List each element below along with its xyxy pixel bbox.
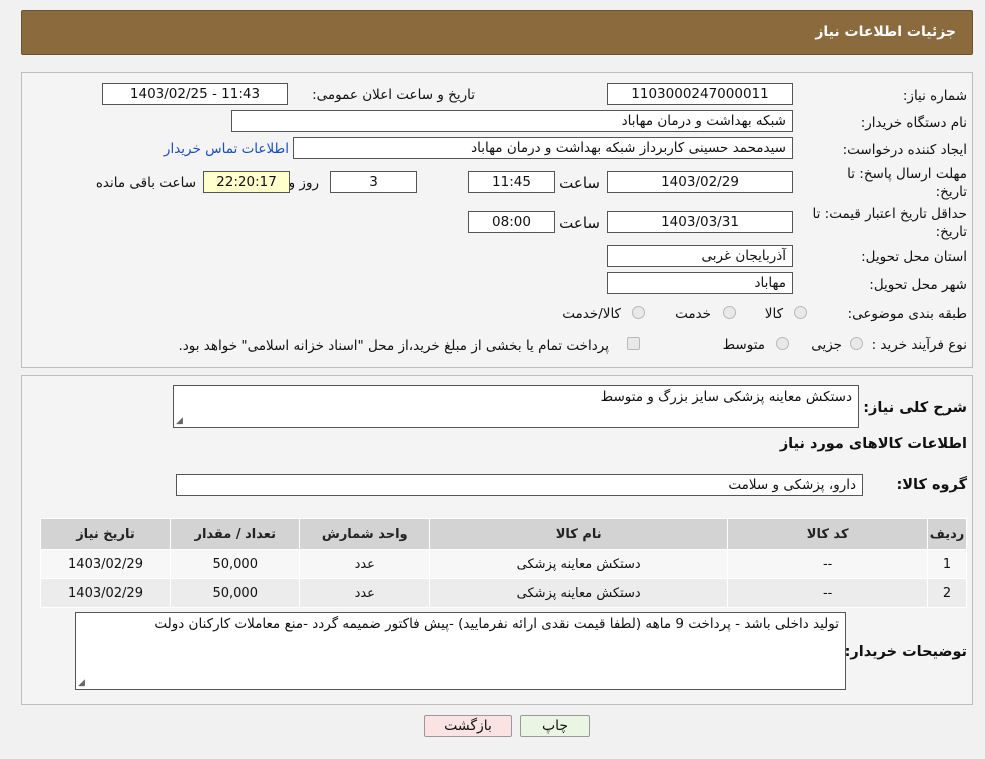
category-both-radio[interactable] xyxy=(632,306,645,319)
category-both-label: کالا/خدمت xyxy=(562,306,621,322)
col-unit: واحد شمارش xyxy=(299,518,431,550)
category-service-label: خدمت xyxy=(675,306,711,322)
creator-label: ایجاد کننده درخواست: xyxy=(842,142,967,158)
summary-label: شرح کلی نیاز: xyxy=(863,400,967,416)
col-need-date: تاریخ نیاز xyxy=(40,518,171,550)
province-label: استان محل تحویل: xyxy=(861,249,967,265)
buyer-org-label: نام دستگاه خریدار: xyxy=(860,115,967,131)
items-table: تاریخ نیاز تعداد / مقدار واحد شمارش نام … xyxy=(40,518,968,608)
page-header: جزئیات اطلاعات نیاز xyxy=(21,10,973,55)
buyer-org-field: شبکه بهداشت و درمان مهاباد xyxy=(231,110,793,132)
announce-field: 1403/02/25 - 11:43 xyxy=(102,83,288,105)
creator-field: سیدمحمد حسینی کاربرداز شبکه بهداشت و درم… xyxy=(293,137,793,159)
remaining-label: ساعت باقی مانده xyxy=(95,175,196,191)
summary-text: دستکش معاینه پزشکی سایز بزرگ و متوسط xyxy=(600,389,852,405)
buyer-notes-label: توضیحات خریدار: xyxy=(844,644,967,660)
deadline-time-label: ساعت xyxy=(559,174,600,192)
resize-grip-icon[interactable]: ◢ xyxy=(78,678,85,688)
deadline-label: مهلت ارسال پاسخ: تا تاریخ: xyxy=(817,165,967,201)
buyer-notes-text: تولید داخلی باشد - پرداخت 9 ماهه (لطفا ق… xyxy=(154,616,839,632)
category-service-radio[interactable] xyxy=(723,306,736,319)
col-item-name: نام کالا xyxy=(429,518,729,550)
summary-textarea[interactable]: دستکش معاینه پزشکی سایز بزرگ و متوسط ◢ xyxy=(173,385,859,428)
cell-item-code: -- xyxy=(727,578,928,608)
group-field: دارو، پزشکی و سلامت xyxy=(176,474,863,496)
deadline-time-field: 11:45 xyxy=(468,171,555,193)
need-number-label: شماره نیاز: xyxy=(902,88,967,104)
price-validity-time-label: ساعت xyxy=(559,214,600,232)
cell-quantity: 50,000 xyxy=(169,578,301,608)
category-goods-radio[interactable] xyxy=(794,306,807,319)
remaining-time-field: 22:20:17 xyxy=(203,171,290,193)
price-validity-time-field: 08:00 xyxy=(468,211,555,233)
buyer-contact-link[interactable]: اطلاعات تماس خریدار xyxy=(164,141,289,157)
page-title: جزئیات اطلاعات نیاز xyxy=(815,24,956,40)
days-field: 3 xyxy=(330,171,417,193)
cell-row: 2 xyxy=(926,578,968,608)
col-item-code: کد کالا xyxy=(727,518,928,550)
table-row: 1403/02/29 50,000 عدد دستکش معاینه پزشکی… xyxy=(40,578,968,608)
col-row: ردیف xyxy=(926,518,968,550)
group-label: گروه کالا: xyxy=(896,477,967,493)
price-validity-label-text: حداقل تاریخ اعتبار قیمت: تا تاریخ: xyxy=(812,206,967,240)
cell-quantity: 50,000 xyxy=(169,549,301,579)
cell-need-date: 1403/02/29 xyxy=(40,578,171,608)
city-field: مهاباد xyxy=(607,272,793,294)
process-medium-label: متوسط xyxy=(722,337,765,353)
cell-need-date: 1403/02/29 xyxy=(40,549,171,579)
resize-grip-icon[interactable]: ◢ xyxy=(176,416,183,426)
price-validity-label: حداقل تاریخ اعتبار قیمت: تا تاریخ: xyxy=(807,205,967,241)
process-label: نوع فرآیند خرید : xyxy=(871,337,967,353)
col-quantity: تعداد / مقدار xyxy=(169,518,301,550)
cell-item-name: دستکش معاینه پزشکی xyxy=(429,549,729,579)
items-heading: اطلاعات کالاهای مورد نیاز xyxy=(779,436,967,452)
province-field: آذربایجان غربی xyxy=(607,245,793,267)
price-validity-date-field: 1403/03/31 xyxy=(607,211,793,233)
treasury-checkbox[interactable] xyxy=(627,337,640,350)
process-medium-radio[interactable] xyxy=(776,337,789,350)
category-label: طبقه بندی موضوعی: xyxy=(847,306,967,322)
announce-label: تاریخ و ساعت اعلان عمومی: xyxy=(312,87,475,103)
cell-row: 1 xyxy=(926,549,968,579)
cell-item-name: دستکش معاینه پزشکی xyxy=(429,578,729,608)
city-label: شهر محل تحویل: xyxy=(869,277,967,293)
items-table-header: تاریخ نیاز تعداد / مقدار واحد شمارش نام … xyxy=(40,518,968,550)
table-row: 1403/02/29 50,000 عدد دستکش معاینه پزشکی… xyxy=(40,549,968,579)
cell-item-code: -- xyxy=(727,549,928,579)
process-minor-label: جزیی xyxy=(811,337,842,353)
cell-unit: عدد xyxy=(299,549,431,579)
back-button[interactable]: بازگشت xyxy=(424,715,512,737)
cell-unit: عدد xyxy=(299,578,431,608)
days-label: روز و xyxy=(288,175,319,191)
deadline-date-field: 1403/02/29 xyxy=(607,171,793,193)
treasury-note: پرداخت تمام یا بخشی از مبلغ خرید،از محل … xyxy=(178,338,609,354)
buyer-notes-textarea[interactable]: تولید داخلی باشد - پرداخت 9 ماهه (لطفا ق… xyxy=(75,612,846,690)
deadline-label-text: مهلت ارسال پاسخ: تا تاریخ: xyxy=(847,166,967,200)
process-minor-radio[interactable] xyxy=(850,337,863,350)
category-goods-label: کالا xyxy=(764,306,783,322)
need-number-field: 1103000247000011 xyxy=(607,83,793,105)
print-button[interactable]: چاپ xyxy=(520,715,590,737)
